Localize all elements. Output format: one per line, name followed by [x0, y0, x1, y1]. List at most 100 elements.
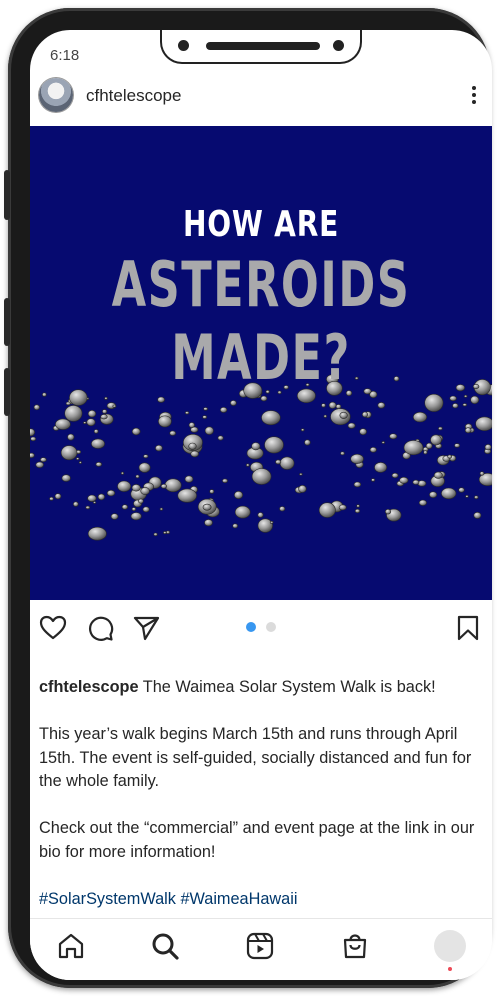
- asteroid: [95, 461, 103, 467]
- caption-username[interactable]: cfhtelescope: [39, 678, 139, 696]
- status-time: 6:18: [50, 47, 80, 64]
- asteroid: [49, 496, 54, 501]
- reels-icon[interactable]: [245, 931, 275, 961]
- asteroid: [300, 428, 305, 432]
- profile-avatar[interactable]: [434, 930, 466, 962]
- asteroid: [54, 493, 62, 500]
- asteroid: [474, 495, 479, 500]
- asteroid: [164, 478, 182, 493]
- asteroid: [429, 491, 438, 499]
- asteroid: [158, 415, 172, 428]
- asteroid: [160, 483, 167, 489]
- asteroid: [142, 506, 150, 513]
- image-title-line-1: HOW ARE: [182, 204, 340, 245]
- asteroid: [184, 475, 194, 483]
- asteroid: [75, 457, 80, 461]
- post-author-username[interactable]: cfhtelescope: [86, 86, 181, 106]
- asteroid: [264, 436, 284, 454]
- search-icon[interactable]: [150, 931, 180, 961]
- asteroid: [188, 422, 195, 428]
- asteroid: [441, 487, 457, 500]
- asteroid: [33, 404, 40, 411]
- asteroid: [87, 410, 97, 418]
- post-action-bar: [30, 602, 492, 652]
- asteroid: [100, 414, 108, 420]
- caption-intro: cfhtelescope The Waimea Solar System Wal…: [39, 676, 479, 700]
- asteroid: [190, 450, 199, 458]
- post-author-avatar[interactable]: [39, 78, 73, 112]
- asteroid: [131, 427, 141, 436]
- heart-icon[interactable]: [39, 614, 67, 642]
- post-image[interactable]: HOW ARE ASTEROIDS MADE?: [30, 126, 492, 600]
- asteroid: [425, 442, 433, 450]
- asteroid: [299, 472, 303, 476]
- asteroid: [470, 395, 480, 405]
- asteroid: [209, 489, 215, 494]
- asteroid: [222, 478, 228, 483]
- asteroid: [138, 462, 151, 473]
- asteroid: [232, 523, 238, 529]
- asteroid: [374, 462, 387, 473]
- asteroid: [452, 403, 459, 409]
- shop-icon[interactable]: [340, 931, 370, 961]
- post-header: cfhtelescope: [30, 76, 492, 124]
- asteroid: [169, 430, 176, 436]
- asteroid: [217, 435, 224, 441]
- asteroid: [203, 407, 208, 411]
- asteroid: [269, 520, 274, 524]
- asteroid: [377, 402, 386, 409]
- asteroid: [130, 512, 142, 521]
- asteroid: [403, 440, 424, 456]
- asteroid: [85, 505, 91, 510]
- asteroid: [112, 404, 117, 408]
- home-icon[interactable]: [56, 931, 86, 961]
- asteroid: [455, 384, 466, 392]
- asteroid: [339, 411, 348, 419]
- comment-icon[interactable]: [86, 614, 114, 642]
- asteroid: [104, 396, 108, 400]
- asteroid: [234, 490, 244, 499]
- asteroid: [157, 396, 165, 403]
- bookmark-icon[interactable]: [454, 614, 482, 642]
- asteroid: [30, 452, 35, 458]
- asteroid: [140, 487, 150, 495]
- asteroid: [67, 433, 75, 441]
- asteroid: [399, 476, 409, 484]
- asteroid: [475, 416, 492, 431]
- asteroid: [246, 463, 250, 467]
- asteroid: [188, 442, 197, 450]
- asteroid: [86, 418, 96, 427]
- asteroid: [163, 531, 167, 535]
- asteroid: [185, 411, 190, 415]
- side-button-volume-up: [4, 298, 10, 346]
- asteroid: [83, 421, 87, 425]
- asteroid: [131, 484, 141, 492]
- asteroid: [369, 446, 377, 453]
- asteroid: [35, 461, 44, 468]
- post-caption: cfhtelescope The Waimea Solar System Wal…: [39, 676, 479, 935]
- asteroid: [335, 404, 342, 409]
- asteroid: [30, 436, 37, 442]
- asteroid: [384, 509, 391, 515]
- notification-dot: [448, 967, 452, 971]
- asteroid: [484, 444, 492, 451]
- asteroid: [361, 411, 368, 418]
- asteroid: [347, 422, 356, 429]
- earpiece-speaker: [206, 42, 320, 50]
- share-icon[interactable]: [132, 614, 160, 642]
- asteroid: [92, 501, 97, 504]
- image-title-line-2: ASTEROIDS MADE?: [111, 248, 411, 394]
- asteroid: [458, 487, 465, 493]
- more-options-icon[interactable]: [470, 84, 478, 106]
- asteroid: [131, 507, 136, 512]
- asteroid: [220, 406, 228, 413]
- caption-hashtags[interactable]: #SolarSystemWalk #WaimeaHawaii: [39, 888, 479, 912]
- phone-notch: [160, 30, 362, 64]
- asteroid: [261, 410, 281, 426]
- asteroid: [202, 415, 207, 419]
- asteroid: [64, 405, 83, 422]
- asteroid: [93, 429, 99, 434]
- asteroid: [340, 451, 345, 456]
- asteroid: [42, 392, 47, 397]
- asteroid: [323, 414, 327, 418]
